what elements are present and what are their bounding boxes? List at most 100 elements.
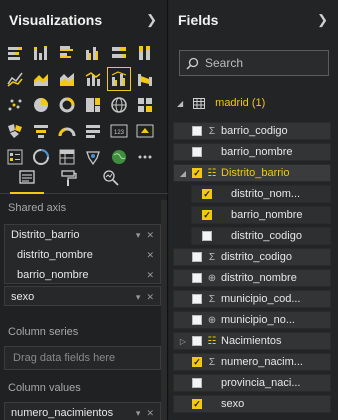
field-row-barrio-codigo[interactable]: Σ barrio_codigo xyxy=(173,122,331,140)
area-chart-icon[interactable] xyxy=(30,68,52,90)
multi-row-card-icon[interactable] xyxy=(82,120,104,142)
field-name: barrio_codigo xyxy=(221,125,288,137)
visualizations-scrollbar[interactable] xyxy=(161,200,167,420)
clustered-bar-chart-icon[interactable] xyxy=(56,42,78,64)
field-checkbox[interactable] xyxy=(192,315,202,325)
expand-collapse-icon[interactable]: ◢ xyxy=(177,99,183,108)
field-checkbox[interactable] xyxy=(192,126,202,136)
field-name: distrito_nom... xyxy=(231,188,301,200)
field-row-sexo[interactable]: sexo xyxy=(173,395,331,413)
field-row-distrito-codigo-level[interactable]: distrito_codigo xyxy=(191,227,331,245)
shared-axis-extra-field[interactable]: sexo ▾ ✕ xyxy=(5,287,160,307)
stacked-area-chart-icon[interactable] xyxy=(56,68,78,90)
field-row-distrito-nombre-level[interactable]: distrito_nom... xyxy=(191,185,331,203)
field-name: municipio_no... xyxy=(221,314,295,326)
shared-axis-well[interactable]: Distrito_barrio ▾ ✕ distrito_nombre ✕ bar… xyxy=(4,224,161,284)
field-row-provincia-nacimiento[interactable]: provincia_naci... xyxy=(173,374,331,392)
sigma-icon: Σ xyxy=(208,293,216,305)
filled-map-icon[interactable] xyxy=(134,94,156,116)
field-row-distrito-nombre[interactable]: ⊕ distrito_nombre xyxy=(173,269,331,287)
column-series-drop-zone[interactable]: Drag data fields here xyxy=(4,346,161,370)
table-madrid[interactable]: ◢ madrid (1) xyxy=(177,97,265,109)
remove-field-close-icon[interactable]: ✕ xyxy=(146,250,154,261)
visualizations-header: Visualizations ❯ xyxy=(0,0,167,40)
gauge-icon[interactable] xyxy=(56,120,78,142)
field-name: distrito_nombre xyxy=(17,249,93,261)
field-checkbox[interactable] xyxy=(192,399,202,409)
stacked-column-chart-icon[interactable] xyxy=(30,42,52,64)
remove-field-close-icon[interactable]: ✕ xyxy=(146,270,154,281)
collapsed-triangle-icon[interactable]: ▷ xyxy=(174,337,192,346)
field-name: sexo xyxy=(221,398,245,410)
shared-axis-label: Shared axis xyxy=(8,202,67,214)
treemap-icon[interactable] xyxy=(82,94,104,116)
field-name: distrito_codigo xyxy=(221,251,292,263)
shared-axis-hierarchy-field[interactable]: Distrito_barrio ▾ ✕ xyxy=(5,225,160,245)
shared-axis-level-field[interactable]: distrito_nombre ✕ xyxy=(5,245,160,265)
column-values-well[interactable]: numero_nacimientos ▾ ✕ xyxy=(4,402,161,420)
fields-search-input[interactable]: Search xyxy=(179,50,329,76)
table-icon xyxy=(193,97,206,109)
field-row-municipio-nombre[interactable]: ⊕ municipio_no... xyxy=(173,311,331,329)
100-stacked-column-chart-icon[interactable] xyxy=(134,42,156,64)
collapse-fields-chevron-icon[interactable]: ❯ xyxy=(317,12,328,28)
line-chart-icon[interactable] xyxy=(4,68,26,90)
shared-axis-extra-well[interactable]: sexo ▾ ✕ xyxy=(4,286,161,306)
collapse-visualizations-chevron-icon[interactable]: ❯ xyxy=(146,12,157,28)
field-checkbox[interactable] xyxy=(192,378,202,388)
field-name: distrito_nombre xyxy=(221,272,297,284)
field-checkbox[interactable] xyxy=(202,189,212,199)
field-checkbox[interactable] xyxy=(202,231,212,241)
100-stacked-bar-chart-icon[interactable] xyxy=(108,42,130,64)
column-values-field[interactable]: numero_nacimientos ▾ ✕ xyxy=(5,403,160,420)
field-checkbox[interactable] xyxy=(192,357,202,367)
shape-map-icon[interactable] xyxy=(4,120,26,142)
format-paint-roller-icon xyxy=(61,170,77,186)
field-row-nacimientos-hierarchy[interactable]: ▷ ☷ Nacimientos xyxy=(173,332,331,350)
field-name: numero_nacim... xyxy=(221,356,303,368)
sigma-icon: Σ xyxy=(208,251,216,263)
funnel-chart-icon[interactable] xyxy=(30,120,52,142)
field-row-barrio-nombre-level[interactable]: barrio_nombre xyxy=(191,206,331,224)
remove-field-close-icon[interactable]: ✕ xyxy=(146,230,154,241)
tab-fields[interactable] xyxy=(10,162,44,194)
donut-chart-icon[interactable] xyxy=(56,94,78,116)
field-row-distrito-barrio-hierarchy[interactable]: ◢ ☷ Distrito_barrio xyxy=(173,164,331,182)
map-globe-icon[interactable] xyxy=(108,94,130,116)
shared-axis-level-field[interactable]: barrio_nombre ✕ xyxy=(5,265,160,285)
card-icon[interactable]: 123 xyxy=(108,120,130,142)
dropdown-chevron-icon[interactable]: ▾ xyxy=(136,408,141,419)
globe-icon: ⊕ xyxy=(207,272,217,284)
field-checkbox[interactable] xyxy=(192,294,202,304)
field-checkbox[interactable] xyxy=(192,336,202,346)
field-row-municipio-codigo[interactable]: Σ municipio_cod... xyxy=(173,290,331,308)
kpi-icon[interactable] xyxy=(134,120,156,142)
line-and-clustered-column-chart-icon[interactable] xyxy=(107,67,131,91)
field-row-distrito-codigo[interactable]: Σ distrito_codigo xyxy=(173,248,331,266)
tab-format[interactable] xyxy=(52,162,86,194)
scatter-chart-icon[interactable] xyxy=(4,94,26,116)
expanded-triangle-icon[interactable]: ◢ xyxy=(174,169,192,178)
field-checkbox[interactable] xyxy=(202,210,212,220)
dropdown-chevron-icon[interactable]: ▾ xyxy=(136,292,141,303)
clustered-column-chart-icon[interactable] xyxy=(82,42,104,64)
stacked-bar-chart-icon[interactable] xyxy=(4,42,26,64)
field-checkbox[interactable] xyxy=(192,252,202,262)
field-row-barrio-nombre[interactable]: barrio_nombre xyxy=(173,143,331,161)
field-row-numero-nacimientos[interactable]: Σ numero_nacim... xyxy=(173,353,331,371)
tab-analytics[interactable] xyxy=(94,162,128,194)
pie-chart-icon[interactable] xyxy=(30,94,52,116)
line-and-stacked-column-chart-icon[interactable] xyxy=(82,68,104,90)
field-checkbox[interactable] xyxy=(192,168,202,178)
remove-field-close-icon[interactable]: ✕ xyxy=(146,408,154,419)
table-name: madrid (1) xyxy=(215,97,266,109)
column-series-label: Column series xyxy=(8,326,79,338)
field-name: distrito_codigo xyxy=(231,230,302,242)
field-checkbox[interactable] xyxy=(192,147,202,157)
ribbon-chart-icon[interactable] xyxy=(134,68,156,90)
field-name: Distrito_barrio xyxy=(11,229,80,241)
field-checkbox[interactable] xyxy=(192,273,202,283)
dropdown-chevron-icon[interactable]: ▾ xyxy=(136,230,141,241)
remove-field-close-icon[interactable]: ✕ xyxy=(146,292,154,303)
globe-icon: ⊕ xyxy=(207,314,217,326)
